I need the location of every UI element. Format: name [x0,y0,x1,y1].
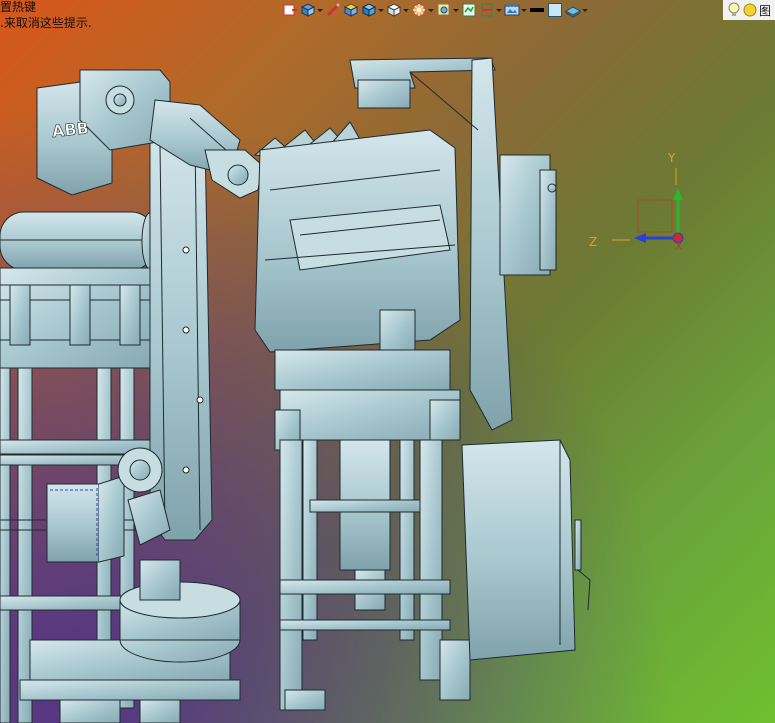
lightbulb-icon[interactable] [727,2,741,18]
chevron-down-icon[interactable] [316,3,323,17]
hint-text-line-2: .来取消这些提示. [0,16,92,30]
chevron-down-icon[interactable] [581,3,588,17]
appearance-icon [565,6,581,18]
toolbar-button-view-orientation[interactable] [282,1,298,19]
chevron-down-icon[interactable] [520,3,527,17]
toolbar-button-zoom[interactable] [436,1,459,19]
toolbar-end-group: 图 [723,0,775,20]
toolbar-button-section-view[interactable] [343,1,359,19]
toolbar-button-scene[interactable] [504,1,527,19]
toolbar-button-shaded-with-edges[interactable] [361,1,384,19]
zoom-icon [437,3,450,16]
shaded-with-edges-icon [361,3,377,17]
axis-x-label: X [676,242,682,251]
chevron-down-icon[interactable] [452,3,459,17]
toolbar-button-edit-appearance[interactable] [325,1,341,19]
section-view-icon [343,3,359,17]
background-color-icon [548,3,562,17]
hide-show-icon [462,3,476,17]
line-color-icon [530,8,544,12]
toolbar-button-render-settings[interactable] [411,1,434,19]
section-plane-icon [481,3,493,17]
toolbar-button-section-plane[interactable] [479,1,502,19]
robot-brand-label: ABB [51,118,90,141]
toolbar-button-appearance[interactable] [565,1,588,19]
coordinate-triad [612,168,684,244]
cad-viewport[interactable]: 置热键 .来取消这些提示. 图 ABB Y Z X [0,0,775,723]
realview-sphere-icon[interactable] [743,2,757,18]
toolbar-end-label: 图 [759,3,772,18]
display-style-icon [300,3,316,17]
chevron-down-icon[interactable] [402,3,409,17]
axis-z-label: Z [589,235,597,249]
render-settings-icon [412,3,426,17]
chevron-down-icon[interactable] [377,3,384,17]
cad-model-scene[interactable]: ABB Y Z X [0,0,775,723]
toolbar-button-background-color[interactable] [547,1,563,19]
axis-y-label: Y [667,151,676,165]
view-orientation-icon [283,4,297,16]
heads-up-view-toolbar [282,0,588,20]
scene-icon [504,3,520,16]
edit-appearance-icon [326,2,341,17]
toolbar-button-view-cube[interactable] [386,1,409,19]
chevron-down-icon[interactable] [495,3,502,17]
toolbar-button-hide-show[interactable] [461,1,477,19]
chevron-down-icon[interactable] [427,3,434,17]
right-machine-assembly[interactable] [254,57,591,711]
toolbar-button-display-style[interactable] [300,1,323,19]
hint-text-line-1: 置热键 [0,0,37,14]
toolbar-button-line-color[interactable] [529,1,545,19]
view-cube-icon [386,3,402,17]
